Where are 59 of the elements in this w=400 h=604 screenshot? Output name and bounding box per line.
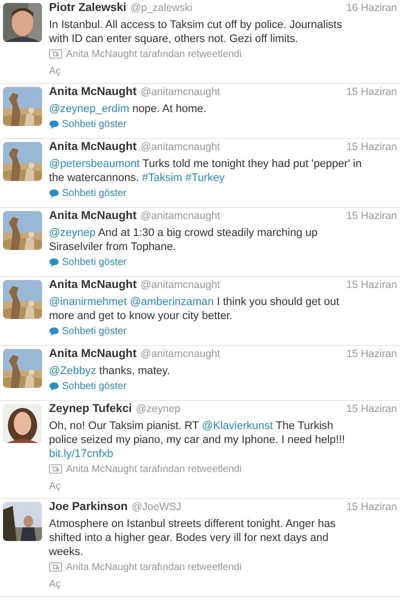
user-name[interactable]: Anita McNaught [49,210,137,222]
user-name[interactable]: Joe Parkinson [49,501,128,513]
user-handle[interactable]: @anitamcnaught [140,279,220,291]
tweet-link[interactable]: @zeynep [49,227,96,239]
retweet-icon [49,49,62,59]
tweet-text: @zeynep And at 1:30 a big crowd steadily marching up Siraselviler from Tophane. [49,226,319,254]
conversation-link[interactable]: Sohbeti göster [49,256,126,270]
conversation-link[interactable]: Sohbeti göster [49,380,126,394]
user-name[interactable]: Anita McNaught [49,141,137,153]
expand-link[interactable]: Aç [49,66,61,79]
tweet-text: Atmosphere on Istanbul streets different tonight. Anger has shifted into a higher gear. Bodes very ill for next days and weeks. [49,517,337,559]
tweet-date[interactable]: 15 Haziran [346,141,397,153]
tweet-link[interactable]: @petersbeaumont [49,158,140,170]
tweet-text: @inanirmehmet @amberinzaman I think you should get out more and get to know your city better. [49,295,340,323]
retweet-icon [49,562,62,572]
user-handle[interactable]: @JoeWSJ [132,501,182,513]
user-name[interactable]: Anita McNaught [49,86,137,98]
speech-bubble-icon [49,327,59,336]
tweet-link[interactable]: bit.ly/17cnfxb [49,448,114,460]
user-handle[interactable]: @anitamcnaught [140,210,220,222]
retweet-label: Anita McNaught tarafından retweetlendi [66,562,242,572]
speech-bubble-icon [49,382,59,391]
user-handle[interactable]: @anitamcnaught [140,348,220,360]
speech-bubble-icon [49,120,59,129]
tweet-date[interactable]: 15 Haziran [346,210,397,222]
conversation-link[interactable]: Sohbeti göster [49,324,126,338]
retweet-label: Anita McNaught tarafından retweetlendi [66,464,242,474]
conversation-link[interactable]: Sohbeti göster [49,118,126,132]
tweet-link[interactable]: @Klavierkunst [202,420,273,432]
user-handle[interactable]: @anitamcnaught [140,141,220,153]
user-handle[interactable]: @p_zalewski [130,2,192,14]
tweet-date[interactable]: 15 Haziran [346,403,397,415]
user-handle[interactable]: @zeynep [136,403,180,415]
tweet-text: @petersbeaumont Turks told me tonight they had put 'pepper' in the watercannons. #Taksim #Turkey [49,157,363,185]
conversation-link[interactable]: Sohbeti göster [49,186,126,200]
tweet-text: @Zebbyz thanks, matey. [49,364,172,378]
tweet-text: @zeynep_erdim nope. At home. [49,102,208,116]
tweet-link[interactable]: @zeynep_erdim [49,103,130,115]
user-name[interactable]: Piotr Zalewski [49,2,126,14]
tweet-text: In Istanbul. All access to Taksim cut off by police. Journalists with ID can enter square, others not. Gezi off limits. [49,18,344,46]
tweet-date[interactable]: 15 Haziran [346,279,397,291]
speech-bubble-icon [49,258,59,267]
retweet-icon [49,464,62,474]
expand-link[interactable]: Aç [49,579,61,592]
user-name[interactable]: Anita McNaught [49,348,137,360]
tweet-date[interactable]: 15 Haziran [346,348,397,360]
user-name[interactable]: Zeynep Tufekci [49,403,132,415]
tweet-text: Oh, no! Our Taksim pianist. RT @Klavierkunst The Turkish police seized my piano, my car and my Iphone. I need help!!! bit.ly/17cnfxb [49,419,346,461]
user-handle[interactable]: @anitamcnaught [140,86,220,98]
expand-link[interactable]: Aç [49,481,61,494]
speech-bubble-icon [49,189,59,198]
tweet-date[interactable]: 15 Haziran [346,501,397,513]
tweet-link[interactable]: #Taksim #Turkey [142,172,225,184]
tweet-link[interactable]: @inanirmehmet @amberinzaman [49,296,214,308]
tweet-date[interactable]: 15 Haziran [346,86,397,98]
user-name[interactable]: Anita McNaught [49,279,137,291]
tweet-link[interactable]: @Zebbyz [49,365,96,377]
tweet-date[interactable]: 16 Haziran [346,2,397,14]
retweet-label: Anita McNaught tarafından retweetlendi [66,48,242,60]
